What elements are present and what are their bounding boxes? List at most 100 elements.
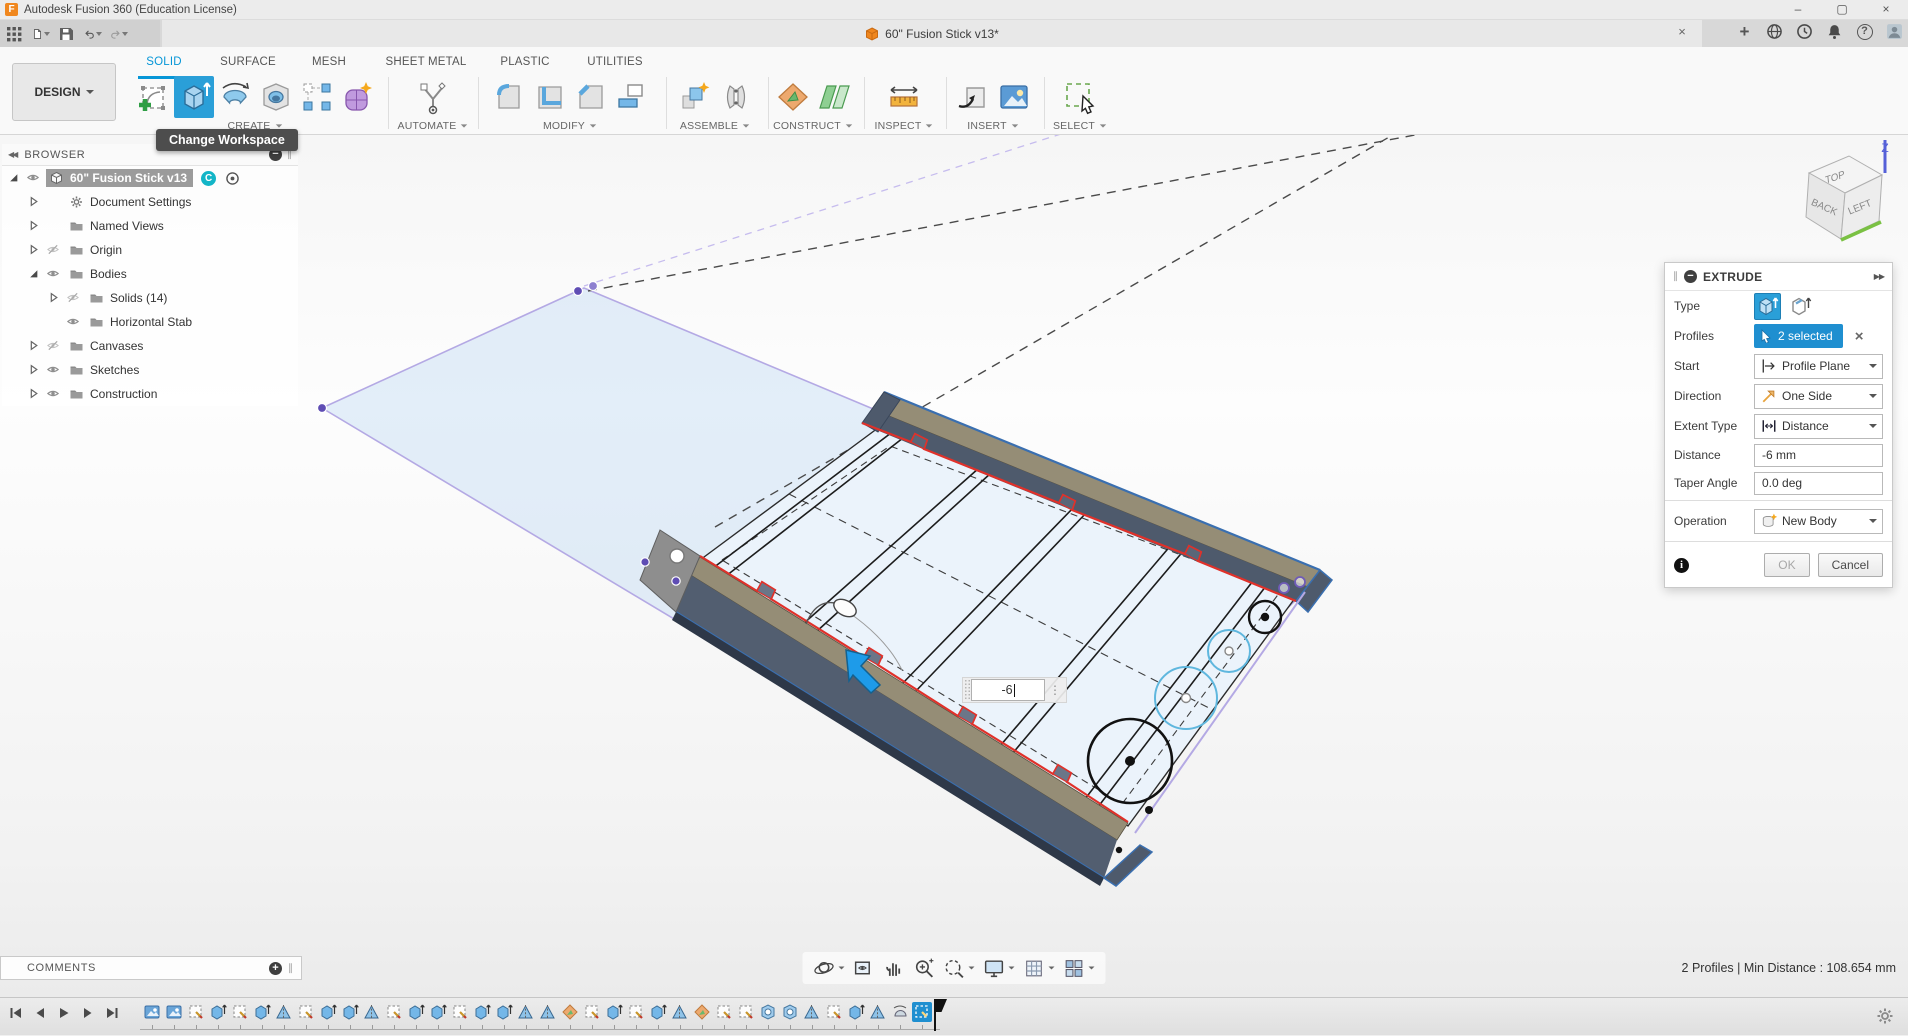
dialog-collapse-icon[interactable]: −	[1684, 270, 1697, 283]
avatar[interactable]	[1885, 22, 1904, 41]
ribbon-tab-surface[interactable]: SURFACE	[212, 56, 284, 73]
tree-item-body[interactable]: Construction	[66, 385, 163, 403]
taper-angle-input[interactable]: 0.0 deg	[1754, 472, 1883, 495]
panel-grip-icon[interactable]: ∥	[288, 963, 293, 974]
expand-arrow-icon[interactable]	[28, 220, 41, 233]
timeline-playhead-flag[interactable]	[936, 999, 947, 1012]
undo-icon[interactable]	[82, 24, 104, 44]
add-comment-icon[interactable]: +	[269, 962, 282, 975]
browser-item-60-fusion-stick-v13[interactable]: 60" Fusion Stick v13 C	[2, 166, 298, 190]
collapse-arrow-icon[interactable]	[28, 268, 41, 281]
timeline-settings-gear-icon[interactable]	[1876, 1007, 1894, 1025]
expand-arrow-icon[interactable]	[28, 340, 41, 353]
visibility-icon[interactable]	[45, 387, 62, 401]
orbit-icon[interactable]	[813, 957, 846, 980]
canvas-icon[interactable]	[994, 76, 1034, 118]
timeline-feature-extrude-icon[interactable]	[604, 1002, 624, 1022]
construct-plane-icon[interactable]	[773, 76, 813, 118]
document-tab[interactable]: 60" Fusion Stick v13* ×	[162, 20, 1702, 47]
viewports-icon[interactable]	[1063, 957, 1096, 980]
timeline-feature-plane-icon[interactable]	[692, 1002, 712, 1022]
timeline-feature-sketch-icon[interactable]	[736, 1002, 756, 1022]
hole-icon[interactable]	[256, 76, 296, 118]
timeline-feature-sketch-icon[interactable]	[626, 1002, 646, 1022]
ok-button[interactable]: OK	[1764, 553, 1809, 577]
ribbon-tab-solid[interactable]: SOLID	[138, 56, 190, 73]
timeline-feature-extrude-icon[interactable]	[472, 1002, 492, 1022]
workspace-selector-button[interactable]: DESIGN	[12, 63, 116, 121]
display-settings-icon[interactable]	[983, 957, 1016, 980]
collapse-panel-icon[interactable]: ◀◀	[8, 150, 16, 159]
timeline-feature-sketch-icon[interactable]	[450, 1002, 470, 1022]
tree-item-body[interactable]: Solids (14)	[86, 289, 173, 307]
operation-dropdown[interactable]: New Body	[1754, 509, 1883, 534]
distance-input[interactable]: -6 mm	[1754, 444, 1883, 467]
timeline-track[interactable]	[140, 1029, 940, 1030]
info-icon[interactable]: i	[1674, 558, 1689, 573]
comments-panel[interactable]: COMMENTS + ∥	[0, 956, 302, 980]
timeline-feature-extrude-icon[interactable]	[846, 1002, 866, 1022]
tab-close-icon[interactable]: ×	[1674, 24, 1690, 39]
dimension-grip[interactable]	[964, 679, 971, 701]
visibility-icon[interactable]	[25, 171, 42, 185]
extrude-dialog-header[interactable]: ∥ − EXTRUDE ▶▶	[1665, 263, 1892, 291]
browser-item-bodies[interactable]: Bodies	[2, 262, 298, 286]
timeline-feature-sketch-icon[interactable]	[296, 1002, 316, 1022]
expand-arrow-icon[interactable]	[48, 292, 61, 305]
automate-icon[interactable]	[413, 76, 453, 118]
tree-item-body[interactable]: 60" Fusion Stick v13	[46, 169, 193, 187]
type-extrude-solid-button[interactable]	[1754, 293, 1781, 320]
expand-arrow-icon[interactable]	[28, 388, 41, 401]
timeline-feature-sketch-icon[interactable]	[824, 1002, 844, 1022]
close-button[interactable]: ×	[1864, 0, 1908, 19]
timeline-feature-sketch-icon[interactable]	[230, 1002, 250, 1022]
visibility-off-icon[interactable]	[45, 339, 62, 353]
timeline-feature-sketch-icon[interactable]	[186, 1002, 206, 1022]
browser-item-horizontal-stab[interactable]: Horizontal Stab	[2, 310, 298, 334]
browser-item-named-views[interactable]: Named Views	[2, 214, 298, 238]
ribbon-tab-mesh[interactable]: MESH	[302, 56, 356, 73]
timeline-feature-mirror-icon[interactable]	[362, 1002, 382, 1022]
tree-item-body[interactable]: Named Views	[66, 217, 170, 235]
expand-arrow-icon[interactable]	[28, 244, 41, 257]
timeline-feature-canvas-icon[interactable]	[164, 1002, 184, 1022]
timeline-feature-sketch-icon[interactable]	[714, 1002, 734, 1022]
shell-icon[interactable]	[530, 76, 570, 118]
offset-face-icon[interactable]	[612, 76, 652, 118]
create-sketch-icon[interactable]	[133, 76, 173, 118]
timeline-feature-mirror-icon[interactable]	[670, 1002, 690, 1022]
timeline-playhead[interactable]	[934, 999, 936, 1031]
timeline-feature-extrude-icon[interactable]	[340, 1002, 360, 1022]
dialog-expand-icon[interactable]: ▶▶	[1874, 272, 1884, 281]
ribbon-group-label[interactable]: INSERT	[946, 118, 1040, 133]
tree-item-body[interactable]: Document Settings	[66, 193, 197, 211]
timeline-feature-extrude-icon[interactable]	[318, 1002, 338, 1022]
activate-component-radio-icon[interactable]	[225, 171, 240, 186]
timeline-feature-sketch-active-icon[interactable]	[912, 1002, 932, 1022]
timeline-feature-extrude-icon[interactable]	[208, 1002, 228, 1022]
dialog-grip-icon[interactable]: ∥	[1673, 271, 1678, 282]
timeline-feature-revolve-icon[interactable]	[890, 1002, 910, 1022]
grid-icon[interactable]	[1023, 957, 1056, 980]
browser-item-solids-14[interactable]: Solids (14)	[2, 286, 298, 310]
expand-arrow-icon[interactable]	[28, 196, 41, 209]
measure-icon[interactable]	[884, 76, 924, 118]
visibility-icon[interactable]	[45, 267, 62, 281]
notifications-icon[interactable]	[1825, 22, 1844, 41]
dimension-drag-handle-icon[interactable]: ⋮	[1045, 679, 1065, 701]
ribbon-group-label[interactable]: ASSEMBLE	[666, 118, 764, 133]
profiles-selected-button[interactable]: 2 selected	[1754, 324, 1843, 348]
maximize-button[interactable]: ▢	[1820, 0, 1864, 19]
timeline-feature-extrude-icon[interactable]	[494, 1002, 514, 1022]
ribbon-tab-utilities[interactable]: UTILITIES	[582, 56, 648, 73]
ribbon-tab-sheet-metal[interactable]: SHEET METAL	[382, 56, 470, 73]
browser-item-document-settings[interactable]: Document Settings	[2, 190, 298, 214]
collapse-arrow-icon[interactable]	[8, 172, 21, 185]
timeline-feature-mirror-icon[interactable]	[802, 1002, 822, 1022]
ribbon-group-label[interactable]: SELECT	[1044, 118, 1116, 133]
save-icon[interactable]	[56, 24, 78, 44]
timeline-feature-extrude-icon[interactable]	[406, 1002, 426, 1022]
extent-type-dropdown[interactable]: Distance	[1754, 414, 1883, 439]
type-extrude-thin-button[interactable]	[1787, 293, 1814, 320]
cloud-status-badge[interactable]: C	[201, 171, 216, 186]
